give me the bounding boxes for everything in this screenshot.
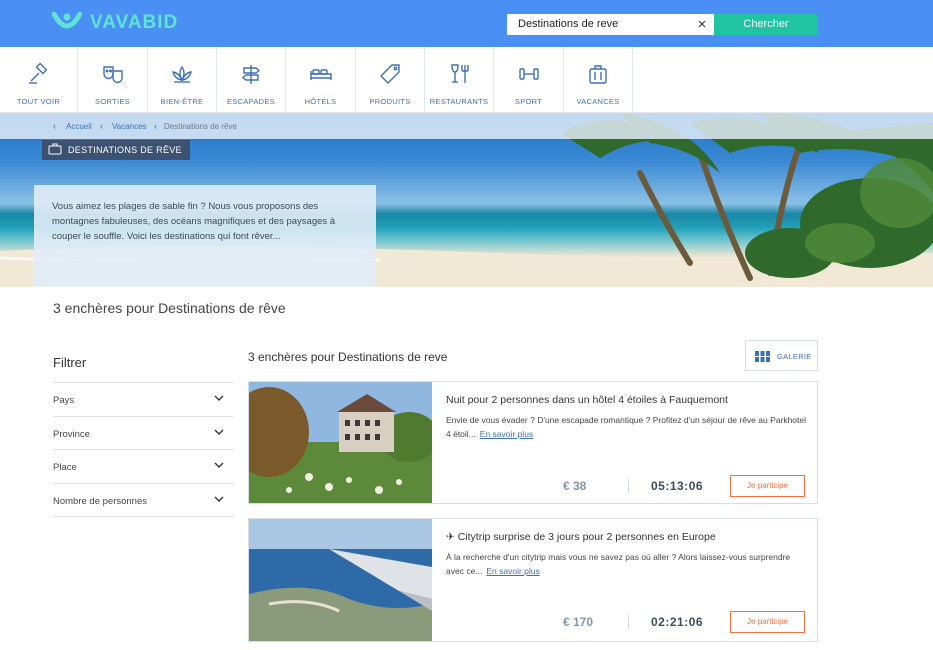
divider <box>628 479 629 493</box>
filter-label: Province <box>53 429 90 440</box>
auction-card[interactable]: Nuit pour 2 personnes dans un hôtel 4 ét… <box>248 381 818 504</box>
logo-icon <box>52 12 82 29</box>
gallery-label: GALERIE <box>777 352 812 361</box>
page-title: 3 enchères pour Destinations de rêve <box>53 300 286 316</box>
cat-label: BIEN-ÊTRE <box>160 97 204 106</box>
breadcrumb-current: Destinations de rêve <box>164 122 237 131</box>
learn-more-link[interactable]: En savoir plus <box>486 566 539 576</box>
filter-place[interactable]: Place <box>53 449 234 483</box>
cat-sorties[interactable]: SORTIES <box>78 47 148 113</box>
suitcase-icon <box>589 65 607 84</box>
card-description: Envie de vous évader ? D'une escapade ro… <box>446 413 806 441</box>
cat-tout-voir[interactable]: TOUT VOIR <box>0 47 78 113</box>
chevron-down-icon <box>214 395 224 401</box>
current-price: € 170 <box>563 615 594 629</box>
countdown-timer: 05:13:06 <box>651 479 704 493</box>
gallery-view-button[interactable]: GALERIE <box>745 340 818 371</box>
cat-label: SORTIES <box>95 97 130 106</box>
signpost-icon <box>241 65 261 84</box>
cat-label: HÔTELS <box>304 97 337 106</box>
cat-restaurants[interactable]: RESTAURANTS <box>425 47 494 113</box>
cat-sport[interactable]: SPORT <box>494 47 564 113</box>
tag-icon <box>380 64 400 84</box>
filter-title: Filtrer <box>53 355 87 370</box>
airplane-wing-image[interactable] <box>249 519 432 641</box>
card-title[interactable]: ✈ Citytrip surprise de 3 jours pour 2 pe… <box>446 531 716 543</box>
cat-label: SPORT <box>514 97 543 106</box>
glass-fork-icon <box>451 64 469 83</box>
filter-nombre-personnes[interactable]: Nombre de personnes <box>53 483 234 517</box>
theater-masks-icon <box>102 66 123 84</box>
dumbbell-icon <box>518 68 539 80</box>
hero-description: Vous aimez les plages de sable fin ? Nou… <box>34 185 376 287</box>
cat-label: VACANCES <box>576 97 620 106</box>
filter-label: Pays <box>53 395 75 406</box>
card-title[interactable]: Nuit pour 2 personnes dans un hôtel 4 ét… <box>446 394 728 406</box>
breadcrumb-vacances[interactable]: Vacances <box>112 122 147 131</box>
chevron-down-icon <box>214 496 224 502</box>
chevron-down-icon <box>214 429 224 435</box>
search-input[interactable]: Destinations de reve <box>507 14 714 35</box>
hotel-image[interactable] <box>249 382 432 503</box>
cat-label: TOUT VOIR <box>16 97 61 106</box>
divider <box>628 615 629 629</box>
cat-label: ESCAPADES <box>227 97 275 106</box>
cat-vacances[interactable]: VACANCES <box>564 47 633 113</box>
category-nav: TOUT VOIR SORTIES BIEN-ÊTRE ESCAPADES HÔ… <box>0 47 933 113</box>
results-title: 3 enchères pour Destinations de reve <box>248 350 448 364</box>
filter-province[interactable]: Province <box>53 416 234 450</box>
chevron-down-icon <box>214 462 224 468</box>
current-price: € 38 <box>563 479 587 493</box>
auction-card[interactable]: ✈ Citytrip surprise de 3 jours pour 2 pe… <box>248 518 818 642</box>
learn-more-link[interactable]: En savoir plus <box>480 429 533 439</box>
top-header: VAVABID Destinations de reve × Chercher <box>0 0 933 47</box>
cat-label: RESTAURANTS <box>429 97 489 106</box>
gavel-icon <box>28 63 47 84</box>
category-tag-label: DESTINATIONS DE RÊVE <box>68 145 182 155</box>
grid-icon <box>755 351 770 362</box>
cat-bien-etre[interactable]: BIEN-ÊTRE <box>148 47 217 113</box>
breadcrumb-home[interactable]: Accueil <box>66 122 92 131</box>
chevron-left-icon: ‹ <box>154 121 157 131</box>
search-button[interactable]: Chercher <box>714 14 818 35</box>
hero-banner: ‹ Accueil ‹ Vacances ‹ Destinations de r… <box>0 113 933 287</box>
lotus-icon <box>172 65 192 83</box>
divider <box>53 516 234 517</box>
chevron-left-icon: ‹ <box>100 121 103 131</box>
brand-name: VAVABID <box>90 12 179 33</box>
countdown-timer: 02:21:06 <box>651 615 704 629</box>
cat-hotels[interactable]: HÔTELS <box>286 47 356 113</box>
participate-button[interactable]: Je participe <box>730 611 805 633</box>
chevron-left-icon: ‹ <box>53 121 56 131</box>
card-description: À la recherche d'un citytrip mais vous n… <box>446 550 806 578</box>
cat-produits[interactable]: PRODUITS <box>356 47 425 113</box>
participate-button[interactable]: Je participe <box>730 475 805 497</box>
breadcrumb: ‹ Accueil ‹ Vacances ‹ Destinations de r… <box>0 113 933 139</box>
cat-escapades[interactable]: ESCAPADES <box>217 47 286 113</box>
filter-pays[interactable]: Pays <box>53 382 234 416</box>
cat-label: PRODUITS <box>369 97 411 106</box>
brand-logo[interactable]: VAVABID <box>52 12 178 34</box>
category-tag: DESTINATIONS DE RÊVE <box>42 140 190 160</box>
suitcase-icon <box>48 143 62 155</box>
filter-label: Place <box>53 462 77 473</box>
bed-icon <box>309 69 332 80</box>
filter-label: Nombre de personnes <box>53 496 147 507</box>
clear-icon[interactable]: × <box>692 14 712 35</box>
